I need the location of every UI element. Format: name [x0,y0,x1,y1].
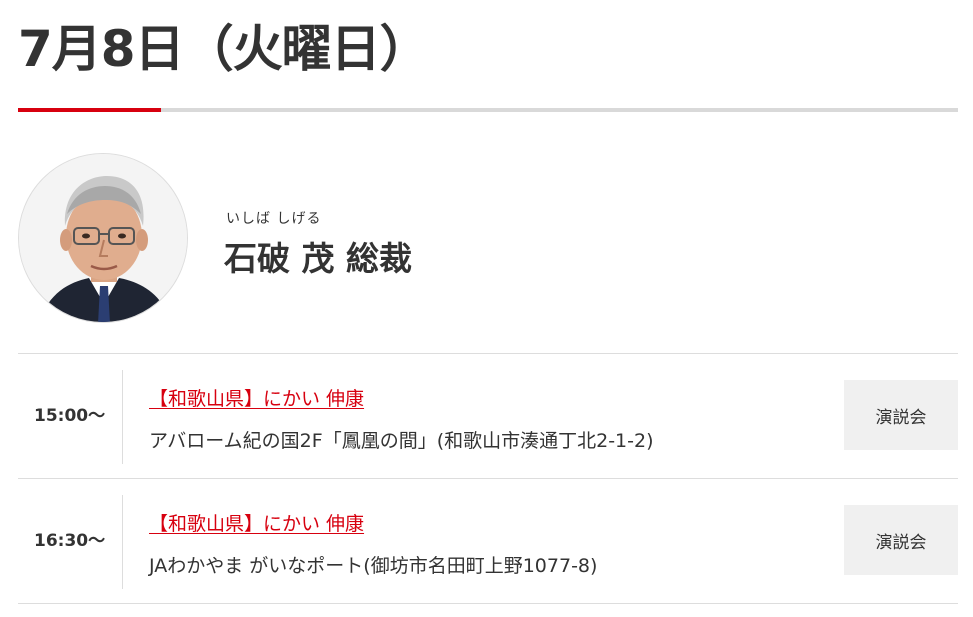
event-type-badge: 演説会 [844,380,958,450]
candidate-link[interactable]: 【和歌山県】にかい 伸康 [149,384,364,411]
row-divider [122,370,123,464]
row-divider [122,495,123,589]
event-location: アバローム紀の国2F「鳳凰の間」(和歌山市湊通丁北2-1-2) [149,430,654,452]
avatar [18,153,188,323]
event-location: JAわかやま がいなポート(御坊市名田町上野1077-8) [149,555,598,577]
candidate-link[interactable]: 【和歌山県】にかい 伸康 [149,509,364,536]
name-ruby: いしば しげる [226,211,322,227]
schedule-row: 16:30〜 【和歌山県】にかい 伸康 JAわかやま がいなポート(御坊市名田町… [18,479,958,604]
schedule-row: 15:00〜 【和歌山県】にかい 伸康 アバローム紀の国2F「鳳凰の間」(和歌山… [18,354,958,479]
event-time: 16:30〜 [34,531,106,551]
page-title: 7月8日（火曜日） [18,20,430,78]
portrait-image [19,154,187,322]
event-type-badge: 演説会 [844,505,958,575]
schedule-list: 15:00〜 【和歌山県】にかい 伸康 アバローム紀の国2F「鳳凰の間」(和歌山… [18,353,958,604]
title-underline-accent [18,108,161,112]
speaker-name: 石破 茂 総裁 [224,239,412,278]
event-time: 15:00〜 [34,406,106,426]
